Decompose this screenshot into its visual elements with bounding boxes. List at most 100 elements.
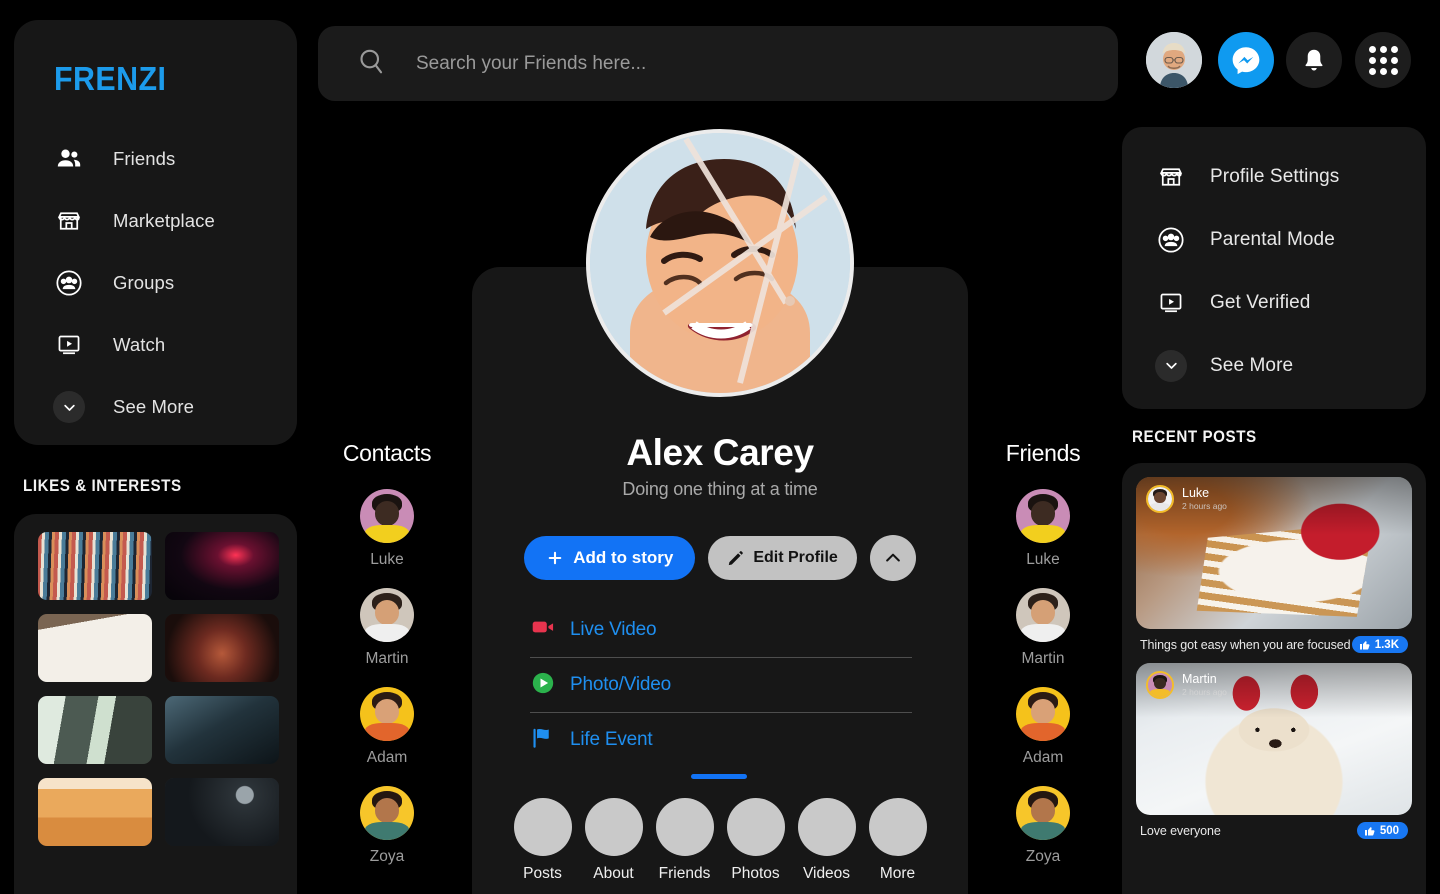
list-item[interactable]: Zoya (983, 786, 1103, 866)
chevron-down-icon (1154, 349, 1188, 383)
alex-carey-portrait[interactable] (586, 129, 854, 397)
composer-life-event[interactable]: Life Event (530, 712, 912, 767)
tab-videos[interactable]: Videos (797, 798, 856, 883)
post-timestamp: 2 hours ago (1182, 500, 1227, 511)
post-header: Martin 2 hours ago (1146, 671, 1227, 699)
menu-item-label: Profile Settings (1210, 165, 1340, 187)
user-avatar[interactable] (1146, 32, 1202, 88)
post-card[interactable]: Luke 2 hours ago Things got easy when yo… (1136, 477, 1412, 653)
interest-tile-concert-stage[interactable] (165, 532, 279, 600)
sidebar-item-marketplace[interactable]: Marketplace (14, 190, 297, 252)
add-to-story-button[interactable]: Add to story (524, 536, 696, 580)
contacts-title: Contacts (342, 440, 432, 466)
contact-name: Martin (365, 650, 409, 667)
friends-title: Friends (1005, 440, 1081, 466)
interest-tile-textile-threads[interactable] (38, 532, 152, 600)
tab-icon (868, 798, 927, 856)
menu-item-see-more[interactable]: See More (1122, 334, 1426, 397)
edit-profile-label: Edit Profile (753, 549, 838, 566)
composer-live-video[interactable]: Live Video (530, 602, 912, 657)
friend-name: Adam (1022, 749, 1064, 766)
list-item[interactable]: Adam (983, 687, 1103, 767)
post-card[interactable]: Martin 2 hours ago Love everyone 500 (1136, 663, 1412, 839)
grid-menu-dots (1368, 45, 1398, 75)
brand-logo[interactable]: FRENZI (54, 60, 166, 98)
active-tab-indicator (691, 774, 747, 779)
edit-profile-button[interactable]: Edit Profile (708, 536, 857, 580)
post-caption: Love everyone (1140, 823, 1221, 838)
tab-friends[interactable]: Friends (655, 798, 714, 883)
interest-tile-desert-dunes[interactable] (38, 778, 152, 846)
contact-name: Luke (370, 551, 404, 568)
menu-item-get-verified[interactable]: Get Verified (1122, 271, 1426, 334)
search-input[interactable] (416, 52, 1056, 75)
search-bar[interactable] (318, 26, 1118, 101)
menu-item-label: Get Verified (1210, 291, 1311, 313)
list-item[interactable]: Zoya (327, 786, 447, 866)
post-header: Luke 2 hours ago (1146, 485, 1227, 513)
avatar (360, 588, 414, 642)
post-caption: Things got easy when you are focused (1140, 637, 1351, 652)
sidebar-item-label: Marketplace (113, 210, 215, 231)
list-item[interactable]: Martin (983, 588, 1103, 668)
grid-menu-icon[interactable] (1355, 32, 1411, 88)
right-menu-panel: Profile Settings Parental Mode Get Verif… (1122, 127, 1426, 409)
list-item[interactable]: Adam (327, 687, 447, 767)
sidebar-item-label: Friends (113, 148, 176, 169)
friend-name: Luke (1026, 551, 1060, 568)
thumbs-up-icon (1364, 826, 1375, 835)
tab-about[interactable]: About (584, 798, 643, 883)
contact-name: Adam (366, 749, 408, 766)
interest-tile-weightlifting[interactable] (165, 696, 279, 764)
tab-more[interactable]: More (868, 798, 927, 883)
tab-icon (797, 798, 856, 856)
watch-icon (52, 328, 86, 362)
tab-photos[interactable]: Photos (726, 798, 785, 883)
sidebar-item-label: Groups (113, 272, 175, 293)
sidebar-nav: Friends Marketplace Groups Watch See Mor… (14, 128, 297, 438)
bell-icon[interactable] (1286, 32, 1342, 88)
collapse-button[interactable] (869, 535, 916, 581)
profile-tagline: Doing one thing at a time (622, 479, 818, 499)
tab-label: Videos (802, 865, 851, 882)
composer-label: Photo/Video (570, 674, 671, 695)
tab-posts[interactable]: Posts (513, 798, 572, 883)
interest-tile-festival-crowd[interactable] (165, 614, 279, 682)
interest-tile-gym-treadmills[interactable] (38, 696, 152, 764)
list-item[interactable]: Luke (983, 489, 1103, 569)
composer-photo-video[interactable]: Photo/Video (530, 657, 912, 712)
tab-label: Friends (658, 865, 711, 882)
menu-item-profile-settings[interactable]: Profile Settings (1122, 145, 1426, 208)
sidebar-item-friends[interactable]: Friends (14, 128, 297, 190)
composer-label: Life Event (570, 729, 653, 750)
sidebar-item-label: Watch (113, 334, 166, 355)
like-badge[interactable]: 500 (1356, 822, 1408, 839)
marketplace-icon (52, 204, 86, 238)
menu-item-parental-mode[interactable]: Parental Mode (1122, 208, 1426, 271)
groups-icon (1154, 223, 1188, 257)
dog-in-snow-photo: Martin 2 hours ago (1136, 663, 1412, 815)
sidebar-item-label: See More (113, 396, 195, 417)
tab-label: Posts (523, 865, 562, 882)
avatar (360, 786, 414, 840)
left-sidebar: FRENZI Friends Marketplace Groups Watch … (14, 20, 297, 445)
recent-posts-title: RECENT POSTS (1132, 428, 1257, 446)
interest-tile-dj-mixer[interactable] (165, 778, 279, 846)
avatar (1146, 485, 1174, 513)
avatar (1016, 687, 1070, 741)
tab-label: Photos (731, 865, 780, 882)
likes-interests-panel (14, 514, 297, 894)
post-author: Martin (1182, 672, 1217, 687)
messenger-icon[interactable] (1218, 32, 1274, 88)
avatar (1146, 671, 1174, 699)
video-camera-icon (530, 614, 556, 645)
interest-tile-art-tools[interactable] (38, 614, 152, 682)
list-item[interactable]: Martin (327, 588, 447, 668)
sidebar-item-watch[interactable]: Watch (14, 314, 297, 376)
sidebar-item-see-more[interactable]: See More (14, 376, 297, 438)
avatar (1016, 588, 1070, 642)
watch-icon (1154, 286, 1188, 320)
like-badge[interactable]: 1.3K (1351, 636, 1408, 653)
sidebar-item-groups[interactable]: Groups (14, 252, 297, 314)
list-item[interactable]: Luke (327, 489, 447, 569)
